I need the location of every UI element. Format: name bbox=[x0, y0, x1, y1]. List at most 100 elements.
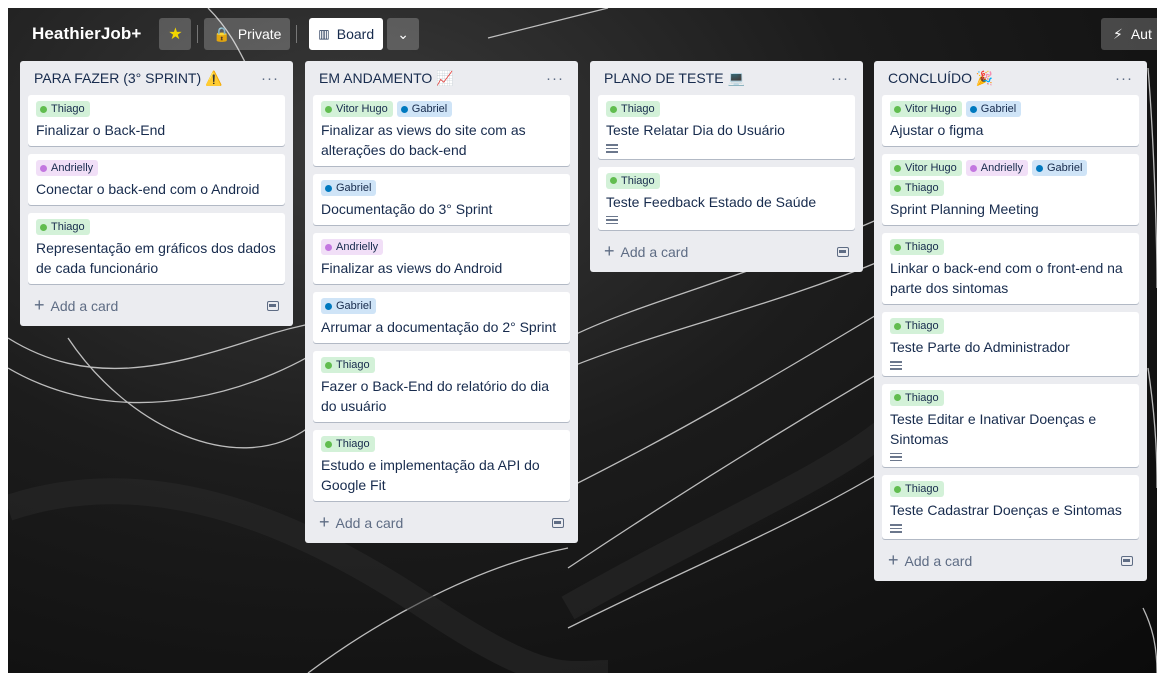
label-dot-icon bbox=[40, 223, 47, 231]
label-dot-icon bbox=[894, 184, 901, 192]
member-label[interactable]: Gabriel bbox=[1031, 160, 1088, 176]
automation-label: Aut bbox=[1130, 26, 1152, 42]
more-icon[interactable]: ··· bbox=[261, 70, 279, 87]
card[interactable]: Thiago Linkar o back-end com o front-end … bbox=[882, 233, 1139, 304]
card-template-icon[interactable] bbox=[1121, 555, 1133, 566]
card[interactable]: Thiago Teste Feedback Estado de Saúde bbox=[598, 166, 855, 230]
card-title: Teste Editar e Inativar Doenças e Sintom… bbox=[890, 410, 1097, 447]
board-view-button[interactable]: ▥ Board bbox=[309, 18, 384, 50]
member-label[interactable]: Thiago bbox=[321, 436, 375, 452]
plus-icon: + bbox=[604, 241, 615, 261]
list-header[interactable]: PARA FAZER (3° SPRINT) ⚠️ ··· bbox=[28, 61, 285, 95]
automation-button[interactable]: ⚡ Aut bbox=[1101, 18, 1157, 50]
view-switch-button[interactable]: ⌄ bbox=[387, 18, 420, 50]
label-text: Andrielly bbox=[980, 162, 1023, 174]
star-button[interactable]: ★ bbox=[159, 18, 192, 50]
card[interactable]: Vitor Hugo Gabriel Ajustar o figma bbox=[882, 95, 1139, 146]
label-dot-icon bbox=[400, 105, 408, 113]
card-labels: Thiago bbox=[606, 172, 847, 189]
add-card-button[interactable]: + Add a card bbox=[882, 547, 1139, 575]
list-title[interactable]: PLANO DE TESTE 💻 bbox=[604, 70, 745, 87]
add-card-button[interactable]: + Add a card bbox=[598, 238, 855, 266]
card-template-icon[interactable] bbox=[837, 247, 849, 257]
card-template-icon[interactable] bbox=[267, 301, 279, 311]
description-icon bbox=[890, 452, 902, 461]
add-card-button[interactable]: + Add a card bbox=[28, 292, 285, 320]
label-dot-icon bbox=[610, 105, 617, 113]
label-dot-icon bbox=[325, 440, 332, 448]
card-title: Arrumar a documentação do 2° Sprint bbox=[321, 319, 557, 335]
list-em-andamento: EM ANDAMENTO 📈 ··· Vitor Hugo Gabriel Finali… bbox=[305, 61, 578, 543]
add-card-button[interactable]: + Add a card bbox=[313, 509, 570, 537]
member-label[interactable]: Gabriel bbox=[321, 298, 377, 314]
list-header[interactable]: CONCLUÍDO 🎉 ··· bbox=[882, 61, 1139, 95]
member-label[interactable]: Thiago bbox=[890, 389, 944, 406]
card[interactable]: Thiago Teste Cadastrar Doenças e Sintomas bbox=[882, 475, 1139, 539]
more-icon[interactable]: ··· bbox=[831, 70, 849, 87]
member-label[interactable]: Thiago bbox=[890, 481, 944, 497]
card[interactable]: Thiago Teste Parte do Administrador bbox=[882, 312, 1139, 376]
visibility-button[interactable]: 🔒 Private bbox=[204, 18, 291, 50]
list-title[interactable]: PARA FAZER (3° SPRINT) ⚠️ bbox=[34, 70, 222, 87]
list-header[interactable]: EM ANDAMENTO 📈 ··· bbox=[313, 61, 570, 95]
member-label[interactable]: Andrielly bbox=[321, 239, 384, 255]
member-label[interactable]: Thiago bbox=[36, 219, 90, 235]
member-label[interactable]: Gabriel bbox=[321, 180, 377, 196]
card[interactable]: Andrielly Conectar o back-end com o Andro… bbox=[28, 154, 285, 205]
card[interactable]: Vitor Hugo Gabriel Finalizar as views do s… bbox=[313, 95, 570, 166]
add-card-label: Add a card bbox=[620, 244, 689, 260]
star-icon: ★ bbox=[168, 26, 183, 43]
list-header[interactable]: PLANO DE TESTE 💻 ··· bbox=[598, 61, 855, 95]
list-concluido: CONCLUÍDO 🎉 ··· Vitor Hugo Gabriel Ajustar o… bbox=[874, 61, 1147, 581]
card-labels: Thiago bbox=[890, 239, 1131, 255]
member-label[interactable]: Thiago bbox=[321, 357, 375, 373]
member-label[interactable]: Thiago bbox=[890, 239, 944, 255]
more-icon[interactable]: ··· bbox=[546, 70, 564, 87]
card[interactable]: Thiago Representação em gráficos dos dado… bbox=[28, 213, 285, 284]
card-labels: Thiago bbox=[321, 357, 562, 373]
label-dot-icon bbox=[325, 184, 332, 192]
label-dot-icon bbox=[894, 243, 901, 251]
board-title[interactable]: HeathierJob+ bbox=[32, 24, 141, 44]
plus-icon: + bbox=[888, 549, 899, 570]
card[interactable]: Gabriel Documentação do 3° Sprint bbox=[313, 174, 570, 225]
card[interactable]: Thiago Estudo e implementação da API do G… bbox=[313, 430, 570, 501]
member-label[interactable]: Vitor Hugo bbox=[890, 101, 962, 117]
member-label[interactable]: Gabriel bbox=[396, 101, 453, 117]
card[interactable]: Andrielly Finalizar as views do Android bbox=[313, 233, 570, 284]
member-label[interactable]: Andrielly bbox=[965, 160, 1028, 176]
card[interactable]: Thiago Teste Relatar Dia do Usuário bbox=[598, 95, 855, 159]
member-label[interactable]: Thiago bbox=[36, 101, 90, 117]
card[interactable]: Vitor Hugo Andrielly Gabriel Thiago Sprint P… bbox=[882, 154, 1139, 225]
list-title[interactable]: CONCLUÍDO 🎉 bbox=[888, 70, 993, 87]
label-text: Thiago bbox=[905, 320, 939, 332]
label-text: Thiago bbox=[336, 359, 370, 371]
label-dot-icon bbox=[325, 361, 332, 369]
label-text: Vitor Hugo bbox=[905, 162, 957, 174]
card[interactable]: Thiago Fazer o Back-End do relatório do d… bbox=[313, 351, 570, 422]
card[interactable]: Gabriel Arrumar a documentação do 2° Spri… bbox=[313, 292, 570, 343]
header-divider bbox=[197, 25, 199, 43]
member-label[interactable]: Thiago bbox=[606, 101, 660, 117]
label-dot-icon bbox=[894, 485, 901, 493]
member-label[interactable]: Gabriel bbox=[965, 101, 1022, 117]
member-label[interactable]: Thiago bbox=[890, 180, 944, 196]
card-labels: Gabriel bbox=[321, 298, 562, 314]
member-label[interactable]: Vitor Hugo bbox=[890, 160, 962, 176]
label-dot-icon bbox=[325, 243, 332, 251]
member-label[interactable]: Thiago bbox=[606, 172, 660, 189]
member-label[interactable]: Vitor Hugo bbox=[321, 101, 393, 117]
card-labels: Thiago bbox=[890, 389, 1131, 406]
description-icon bbox=[606, 144, 618, 153]
more-icon[interactable]: ··· bbox=[1115, 70, 1133, 87]
card-title: Linkar o back-end com o front-end na par… bbox=[890, 260, 1123, 296]
member-label[interactable]: Thiago bbox=[890, 318, 944, 334]
label-dot-icon bbox=[325, 105, 332, 113]
card-template-icon[interactable] bbox=[552, 518, 564, 528]
card-title: Ajustar o figma bbox=[890, 122, 984, 138]
card[interactable]: Thiago Teste Editar e Inativar Doenças e … bbox=[882, 383, 1139, 467]
card[interactable]: Thiago Finalizar o Back-End bbox=[28, 95, 285, 146]
add-card-label: Add a card bbox=[335, 515, 404, 531]
list-title[interactable]: EM ANDAMENTO 📈 bbox=[319, 70, 454, 87]
member-label[interactable]: Andrielly bbox=[36, 160, 99, 176]
